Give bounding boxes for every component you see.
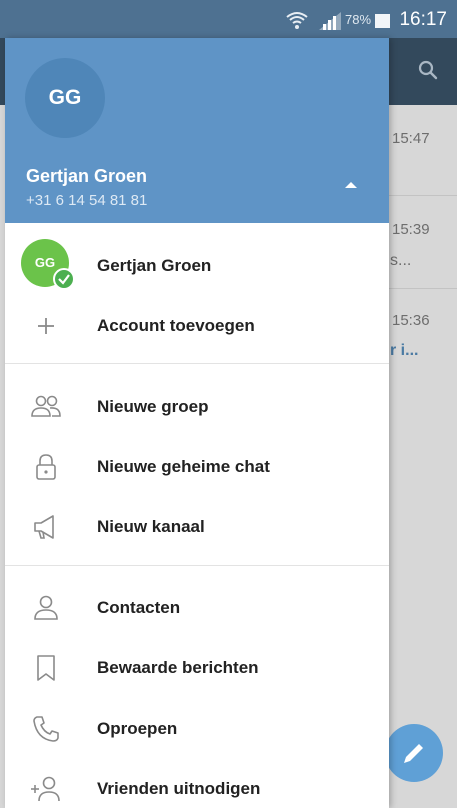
clock: 16:17 — [399, 9, 447, 30]
chat-snippet: r i... — [390, 342, 419, 359]
menu-item-calls[interactable]: Oproepen — [5, 699, 389, 759]
menu-item-invite-friends[interactable]: Vrienden uitnodigen — [5, 759, 389, 808]
status-bar: 78% 16:17 — [0, 0, 457, 38]
menu-label: Nieuwe groep — [97, 397, 209, 416]
menu-label: Contacten — [97, 598, 181, 617]
chat-time: 15:47 — [392, 130, 430, 147]
account-item[interactable]: GG Gertjan Groen — [5, 236, 389, 296]
search-icon[interactable] — [416, 58, 440, 82]
pencil-icon — [404, 744, 423, 763]
menu-item-secret-chat[interactable]: Nieuwe geheime chat — [5, 437, 389, 497]
divider — [5, 363, 389, 364]
menu-item-new-channel[interactable]: Nieuw kanaal — [5, 497, 389, 557]
menu-label: Bewaarde berichten — [97, 658, 259, 677]
chevron-up-icon[interactable] — [345, 182, 357, 188]
add-account-item[interactable]: Account toevoegen — [5, 296, 389, 356]
wifi-icon — [286, 12, 308, 29]
battery-icon — [375, 14, 390, 28]
plus-icon — [38, 318, 54, 334]
signal-icon — [319, 12, 341, 30]
menu-item-new-group[interactable]: Nieuwe groep — [5, 377, 389, 437]
group-icon — [31, 395, 61, 417]
user-name: Gertjan Groen — [26, 166, 148, 186]
bookmark-icon — [37, 655, 55, 681]
menu-item-saved-messages[interactable]: Bewaarde berichten — [5, 638, 389, 698]
navigation-drawer: GG Gertjan Groen +31 6 14 54 81 81 GG Ge… — [5, 38, 389, 808]
menu-label: Nieuw kanaal — [97, 517, 205, 536]
user-phone: +31 6 14 54 81 81 — [26, 192, 148, 209]
person-icon — [34, 595, 58, 620]
avatar[interactable]: GG — [25, 58, 105, 138]
chat-time: 15:36 — [392, 312, 430, 329]
divider — [5, 565, 389, 566]
megaphone-icon — [34, 515, 54, 539]
menu-label: Oproepen — [97, 719, 178, 738]
menu-item-contacts[interactable]: Contacten — [5, 578, 389, 638]
menu-label: Vrienden uitnodigen — [97, 779, 261, 798]
menu-label: Nieuwe geheime chat — [97, 457, 270, 476]
add-account-label: Account toevoegen — [97, 316, 255, 335]
compose-button[interactable] — [385, 724, 443, 782]
drawer-header: GG Gertjan Groen +31 6 14 54 81 81 — [5, 38, 389, 223]
add-person-icon — [31, 776, 60, 802]
lock-icon — [36, 454, 56, 480]
phone-icon — [33, 716, 59, 742]
battery-percent: 78% — [345, 12, 372, 27]
chat-snippet: s... — [390, 252, 412, 269]
check-icon — [53, 268, 75, 290]
chat-time: 15:39 — [392, 221, 430, 238]
account-name: Gertjan Groen — [97, 256, 212, 275]
